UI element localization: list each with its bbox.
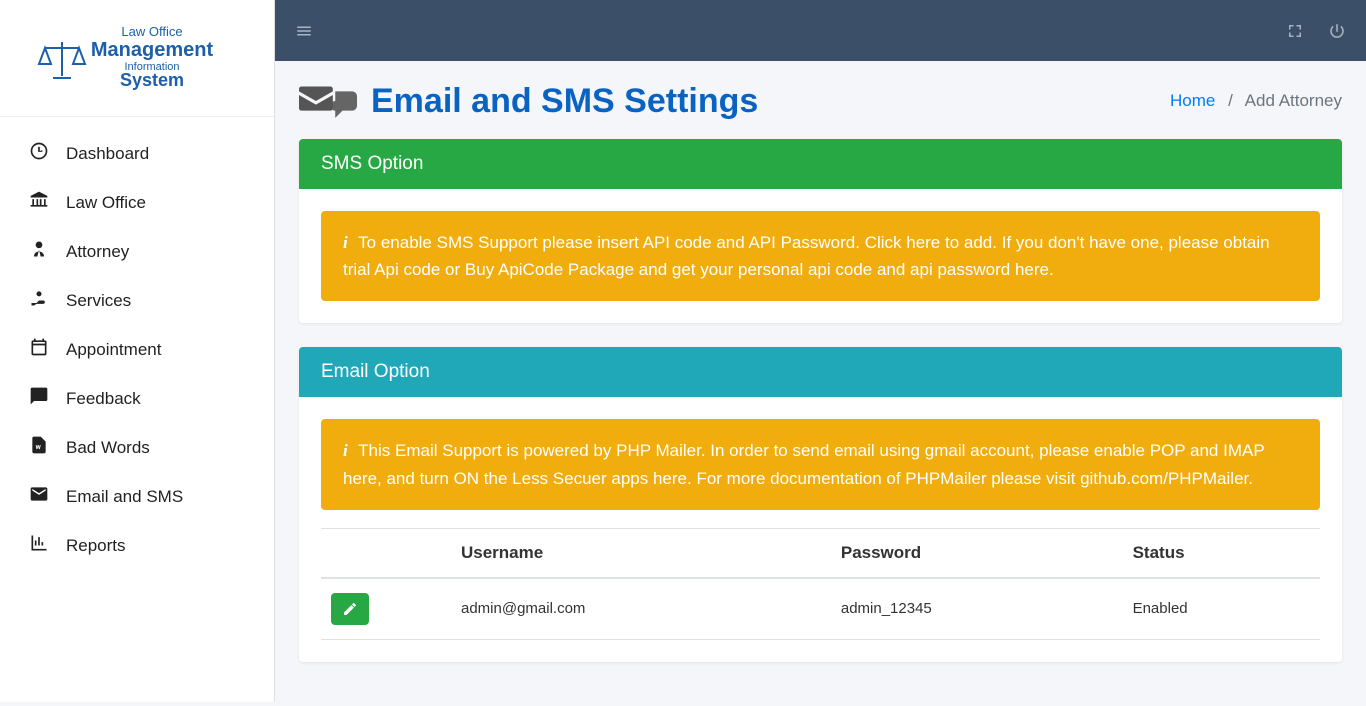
sidebar-item-label: Law Office bbox=[66, 193, 146, 213]
table-row: admin@gmail.com admin_12345 Enabled bbox=[321, 578, 1320, 640]
sidebar-item-label: Bad Words bbox=[66, 438, 150, 458]
email-alert: i This Email Support is powered by PHP M… bbox=[321, 419, 1320, 509]
edit-button[interactable] bbox=[331, 593, 369, 625]
bars-icon bbox=[295, 22, 313, 40]
email-option-card: Email Option i This Email Support is pow… bbox=[299, 347, 1342, 661]
sidebar-item-appointment[interactable]: Appointment bbox=[0, 325, 274, 374]
breadcrumb-current: Add Attorney bbox=[1245, 91, 1342, 110]
email-alert-text: . bbox=[1248, 469, 1253, 488]
info-icon: i bbox=[343, 233, 348, 252]
breadcrumb-separator: / bbox=[1228, 91, 1233, 110]
email-alert-text: This Email Support is powered by PHP Mai… bbox=[358, 441, 1264, 460]
user-tie-icon bbox=[28, 239, 50, 264]
page-title-text: Email and SMS Settings bbox=[371, 82, 758, 121]
sidebar-item-bad-words[interactable]: Bad Words bbox=[0, 423, 274, 472]
sms-here-link[interactable]: here bbox=[1015, 260, 1049, 279]
sidebar-item-reports[interactable]: Reports bbox=[0, 521, 274, 570]
email-pop-link[interactable]: here bbox=[343, 469, 377, 488]
logo: Law Office Management Information System bbox=[0, 0, 274, 117]
sidebar: Law Office Management Information System… bbox=[0, 0, 275, 702]
breadcrumb: Home / Add Attorney bbox=[1170, 91, 1342, 111]
sidebar-item-label: Services bbox=[66, 291, 131, 311]
logo-line1: Law Office bbox=[121, 24, 182, 39]
sidebar-nav: Dashboard Law Office Attorney Services A… bbox=[0, 117, 274, 582]
sidebar-item-email-sms[interactable]: Email and SMS bbox=[0, 472, 274, 521]
cell-password: admin_12345 bbox=[831, 578, 1123, 640]
email-table: Username Password Status ad bbox=[321, 528, 1320, 640]
sidebar-item-label: Feedback bbox=[66, 389, 141, 409]
envelope-icon bbox=[28, 484, 50, 509]
col-password: Password bbox=[831, 528, 1123, 578]
email-github-link[interactable]: github.com/PHPMailer bbox=[1080, 469, 1248, 488]
menu-toggle-button[interactable] bbox=[295, 22, 313, 40]
file-word-icon bbox=[28, 435, 50, 460]
institution-icon bbox=[28, 190, 50, 215]
sidebar-item-attorney[interactable]: Attorney bbox=[0, 227, 274, 276]
col-status: Status bbox=[1123, 528, 1320, 578]
sms-add-link[interactable]: Click here to add. bbox=[865, 233, 997, 252]
sidebar-item-services[interactable]: Services bbox=[0, 276, 274, 325]
cell-username: admin@gmail.com bbox=[451, 578, 831, 640]
hand-holding-icon bbox=[28, 288, 50, 313]
edit-icon bbox=[342, 601, 358, 617]
sidebar-item-dashboard[interactable]: Dashboard bbox=[0, 129, 274, 178]
chart-bar-icon bbox=[28, 533, 50, 558]
dashboard-icon bbox=[28, 141, 50, 166]
power-icon bbox=[1328, 22, 1346, 40]
sidebar-item-label: Email and SMS bbox=[66, 487, 183, 507]
main: Email and SMS Settings Home / Add Attorn… bbox=[275, 0, 1366, 706]
fullscreen-button[interactable] bbox=[1286, 22, 1304, 40]
sidebar-item-law-office[interactable]: Law Office bbox=[0, 178, 274, 227]
logo-line2: Management bbox=[91, 39, 214, 61]
sidebar-item-label: Attorney bbox=[66, 242, 129, 262]
sms-alert-text: To enable SMS Support please insert API … bbox=[358, 233, 865, 252]
sidebar-item-label: Appointment bbox=[66, 340, 161, 360]
email-alert-text: , and turn ON the Less Secuer apps bbox=[377, 469, 653, 488]
calendar-icon bbox=[28, 337, 50, 362]
page-title: Email and SMS Settings bbox=[299, 81, 758, 121]
topbar bbox=[275, 0, 1366, 61]
mail-bulk-icon bbox=[299, 81, 357, 121]
content: Email and SMS Settings Home / Add Attorn… bbox=[275, 61, 1366, 706]
sms-alert: i To enable SMS Support please insert AP… bbox=[321, 211, 1320, 301]
col-username: Username bbox=[451, 528, 831, 578]
sms-option-card: SMS Option i To enable SMS Support pleas… bbox=[299, 139, 1342, 323]
sidebar-item-label: Dashboard bbox=[66, 144, 149, 164]
info-icon: i bbox=[343, 441, 348, 460]
cell-status: Enabled bbox=[1123, 578, 1320, 640]
sidebar-item-label: Reports bbox=[66, 536, 126, 556]
sidebar-item-feedback[interactable]: Feedback bbox=[0, 374, 274, 423]
logo-line4: System bbox=[120, 70, 184, 90]
sms-card-header: SMS Option bbox=[299, 139, 1342, 189]
comments-icon bbox=[28, 386, 50, 411]
expand-icon bbox=[1286, 22, 1304, 40]
page-header: Email and SMS Settings Home / Add Attorn… bbox=[299, 81, 1342, 121]
breadcrumb-home[interactable]: Home bbox=[1170, 91, 1215, 110]
email-less-secure-link[interactable]: here bbox=[653, 469, 687, 488]
email-alert-text: . For more documentation of PHPMailer pl… bbox=[687, 469, 1080, 488]
power-button[interactable] bbox=[1328, 22, 1346, 40]
sms-alert-text: . bbox=[1049, 260, 1054, 279]
email-card-header: Email Option bbox=[299, 347, 1342, 397]
